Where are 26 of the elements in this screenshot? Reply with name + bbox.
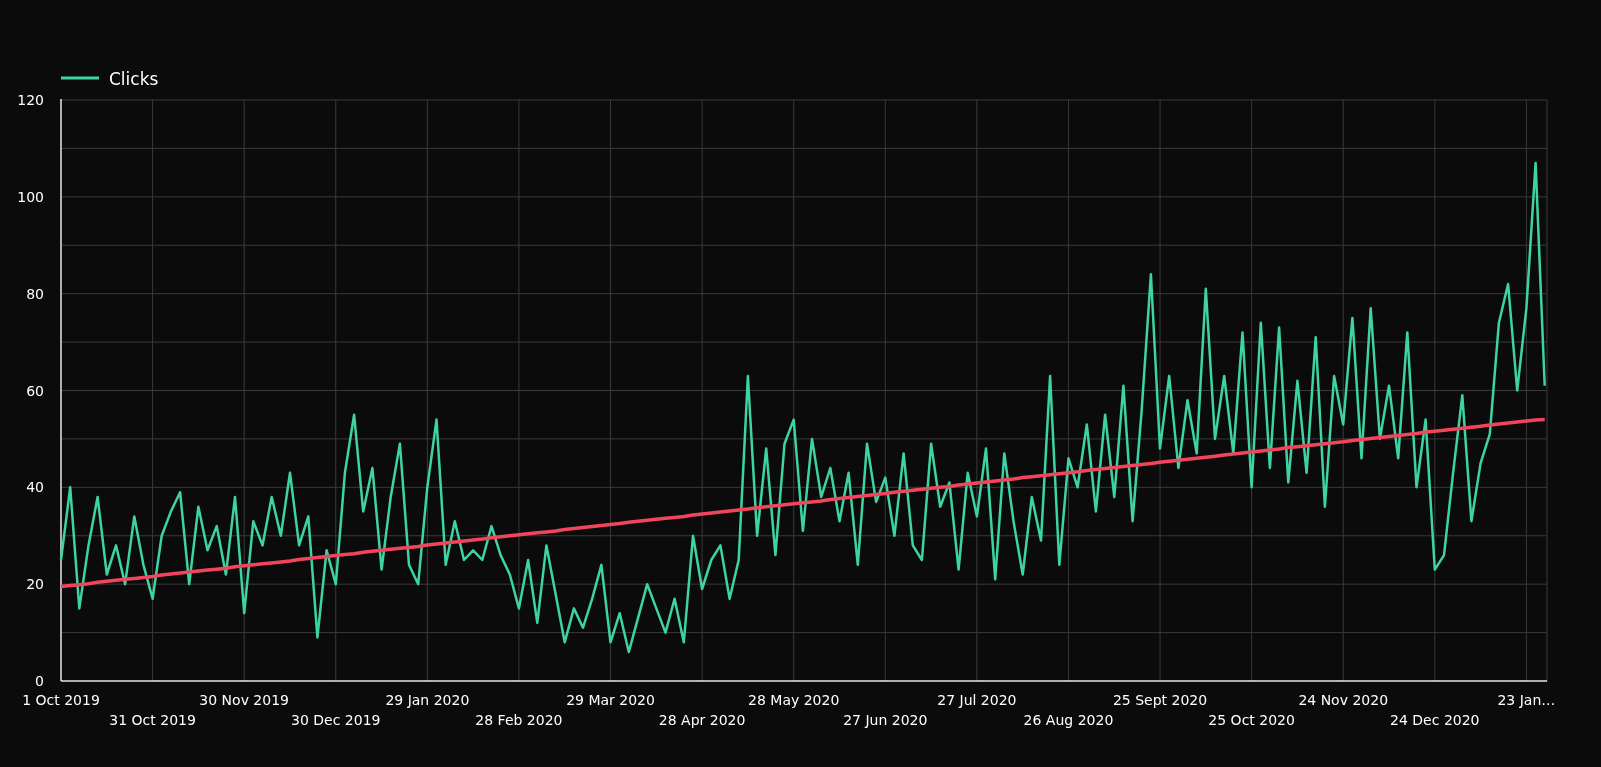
y-tick-label: 20 xyxy=(26,576,44,593)
x-tick-label: 30 Nov 2019 xyxy=(199,692,289,708)
y-tick-label: 100 xyxy=(17,188,44,205)
x-tick-label: 24 Nov 2020 xyxy=(1298,692,1389,708)
legend-line-icon xyxy=(61,76,99,80)
x-tick-label: 29 Mar 2020 xyxy=(566,692,655,708)
x-tick-label: 29 Jan 2020 xyxy=(385,692,470,708)
y-tick-label: 0 xyxy=(35,673,44,689)
x-tick-label: 25 Sept 2020 xyxy=(1112,692,1208,708)
x-tick-label: 24 Dec 2020 xyxy=(1390,712,1480,728)
x-tick-label: 26 Aug 2020 xyxy=(1023,712,1114,728)
y-tick-label: 40 xyxy=(26,479,44,496)
x-tick-label: 31 Oct 2019 xyxy=(109,712,196,728)
x-tick-label: 27 Jul 2020 xyxy=(937,692,1017,708)
x-tick-label: 23 Jan… xyxy=(1497,692,1556,708)
y-tick-label: 60 xyxy=(26,382,44,399)
x-tick-label: 28 Apr 2020 xyxy=(658,712,746,728)
x-tick-label: 28 May 2020 xyxy=(748,692,840,708)
x-tick-label: 30 Dec 2019 xyxy=(291,712,381,728)
legend-label: Clicks xyxy=(109,69,159,89)
x-tick-label: 1 Oct 2019 xyxy=(22,692,100,708)
x-tick-label: 28 Feb 2020 xyxy=(475,712,563,728)
y-tick-label: 120 xyxy=(17,92,44,108)
x-tick-label: 25 Oct 2020 xyxy=(1208,712,1295,728)
y-tick-label: 80 xyxy=(26,285,44,302)
x-tick-label: 27 Jun 2020 xyxy=(843,712,928,728)
